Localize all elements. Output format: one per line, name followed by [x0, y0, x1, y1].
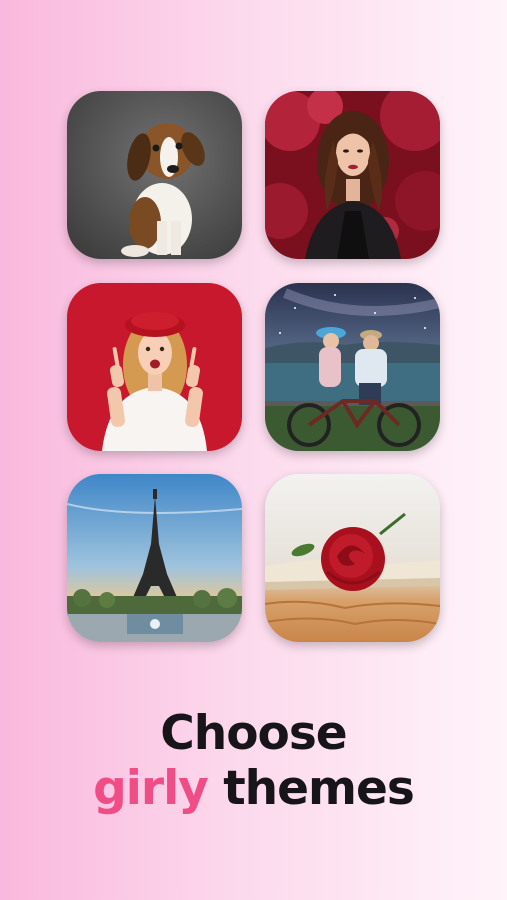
couple-bicycle-night-sky-image — [265, 283, 440, 451]
theme-tile-woman-red-leaves[interactable] — [265, 91, 440, 259]
theme-tile-red-rose-book[interactable] — [265, 474, 440, 642]
theme-tile-beagle-puppy[interactable] — [67, 91, 242, 259]
headline-line-1: Choose — [0, 710, 507, 757]
eiffel-tower-image — [67, 474, 242, 642]
girl-red-beret-image — [67, 283, 242, 451]
theme-tile-girl-red-beret[interactable] — [67, 283, 242, 451]
headline-word-themes: themes — [223, 761, 415, 816]
woman-red-leaves-image — [265, 91, 440, 259]
headline-accent-word: girly — [93, 761, 209, 816]
headline-word-choose: Choose — [160, 706, 347, 761]
headline-line-2: girly themes — [0, 765, 507, 812]
theme-tile-eiffel-tower[interactable] — [67, 474, 242, 642]
theme-tile-couple-bicycle-night-sky[interactable] — [265, 283, 440, 451]
red-rose-book-image — [265, 474, 440, 642]
beagle-puppy-image — [67, 91, 242, 259]
